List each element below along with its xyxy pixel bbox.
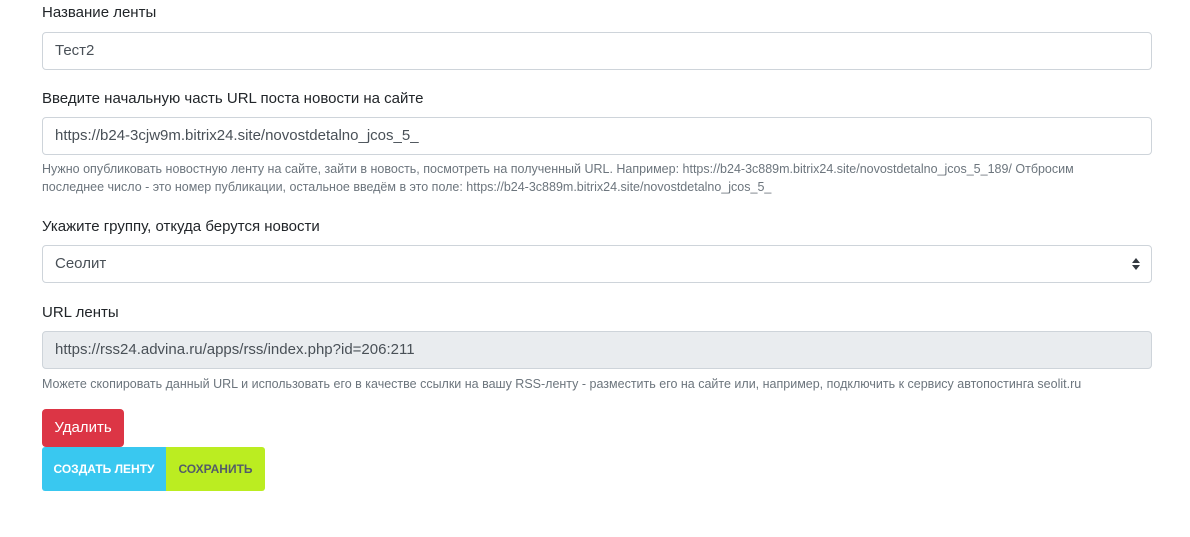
create-feed-button[interactable]: СОЗДАТЬ ЛЕНТУ [42, 447, 166, 491]
feed-name-label: Название ленты [42, 4, 157, 21]
group-select-value: Сеолит [55, 255, 107, 272]
select-caret-icon [1132, 258, 1140, 270]
group-select[interactable]: Сеолит [42, 245, 1152, 283]
post-url-help: Нужно опубликовать новостную ленту на са… [42, 160, 1152, 196]
save-button[interactable]: СОХРАНИТЬ [166, 447, 265, 491]
feed-url-help: Можете скопировать данный URL и использо… [42, 377, 1082, 391]
feed-name-input[interactable]: Тест2 [42, 32, 1152, 70]
feed-url-input[interactable]: https://rss24.advina.ru/apps/rss/index.p… [42, 331, 1152, 369]
delete-button[interactable]: Удалить [42, 409, 124, 447]
post-url-input[interactable]: https://b24-3cjw9m.bitrix24.site/novostd… [42, 117, 1152, 155]
action-buttons: СОЗДАТЬ ЛЕНТУ СОХРАНИТЬ [42, 447, 265, 491]
group-label: Укажите группу, откуда берутся новости [42, 218, 320, 235]
post-url-label: Введите начальную часть URL поста новост… [42, 90, 424, 107]
post-url-help-line-2: последнее число - это номер публикации, … [42, 180, 772, 194]
feed-url-label: URL ленты [42, 304, 119, 321]
post-url-help-line-1: Нужно опубликовать новостную ленту на са… [42, 162, 1074, 176]
